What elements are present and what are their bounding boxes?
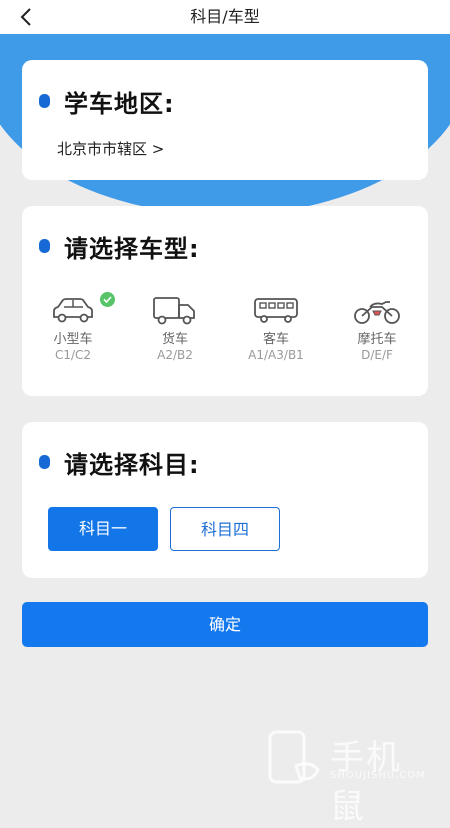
vehicle-name: 小型车 bbox=[53, 332, 93, 347]
vehicle-section-title: 请选择车型: bbox=[64, 235, 200, 263]
region-card: 学车地区: 北京市市辖区 > bbox=[22, 60, 428, 180]
car-icon bbox=[53, 298, 93, 323]
motorcycle-icon bbox=[354, 301, 400, 324]
phone-logo-icon bbox=[268, 730, 320, 784]
subject-section-title: 请选择科目: bbox=[64, 451, 200, 479]
vehicle-license-code: A2/B2 bbox=[157, 348, 193, 362]
vehicle-name: 客车 bbox=[262, 332, 289, 347]
section-bullet bbox=[39, 239, 50, 253]
watermark-url: SHOUJISHU.COM bbox=[330, 770, 426, 781]
bus-icon bbox=[254, 298, 298, 323]
vehicle-name: 摩托车 bbox=[357, 332, 397, 347]
vehicle-type-card: 请选择车型: 小型车 C1/C2 货车 A2/B2 客车 A1/A3/B1 摩托… bbox=[22, 206, 428, 396]
selected-check-icon bbox=[100, 292, 115, 307]
subject-one-button[interactable]: 科目一 bbox=[48, 507, 158, 551]
vehicle-option-bus[interactable]: 客车 A1/A3/B1 bbox=[234, 294, 318, 363]
watermark: 手机鼠 SHOUJISHU.COM bbox=[266, 730, 436, 827]
subject-four-button[interactable]: 科目四 bbox=[170, 507, 280, 551]
region-title: 学车地区: bbox=[64, 90, 175, 118]
vehicle-name: 货车 bbox=[161, 332, 188, 347]
vehicle-option-truck[interactable]: 货车 A2/B2 bbox=[133, 294, 217, 363]
section-bullet bbox=[39, 455, 50, 469]
vehicle-license-code: D/E/F bbox=[361, 348, 393, 362]
page-title: 科目/车型 bbox=[190, 7, 260, 26]
region-value: 北京市市辖区 bbox=[57, 140, 148, 158]
top-bar: 科目/车型 bbox=[0, 0, 450, 34]
chevron-right-icon: > bbox=[151, 140, 165, 158]
region-selector[interactable]: 北京市市辖区 > bbox=[57, 138, 164, 159]
truck-icon bbox=[153, 297, 195, 325]
confirm-button[interactable]: 确定 bbox=[22, 602, 428, 647]
vehicle-option-motorcycle[interactable]: 摩托车 D/E/F bbox=[335, 294, 419, 363]
vehicle-license-code: A1/A3/B1 bbox=[248, 348, 304, 362]
vehicle-license-code: C1/C2 bbox=[54, 348, 92, 362]
subject-card: 请选择科目: 科目一 科目四 bbox=[22, 422, 428, 578]
section-bullet bbox=[39, 94, 50, 108]
